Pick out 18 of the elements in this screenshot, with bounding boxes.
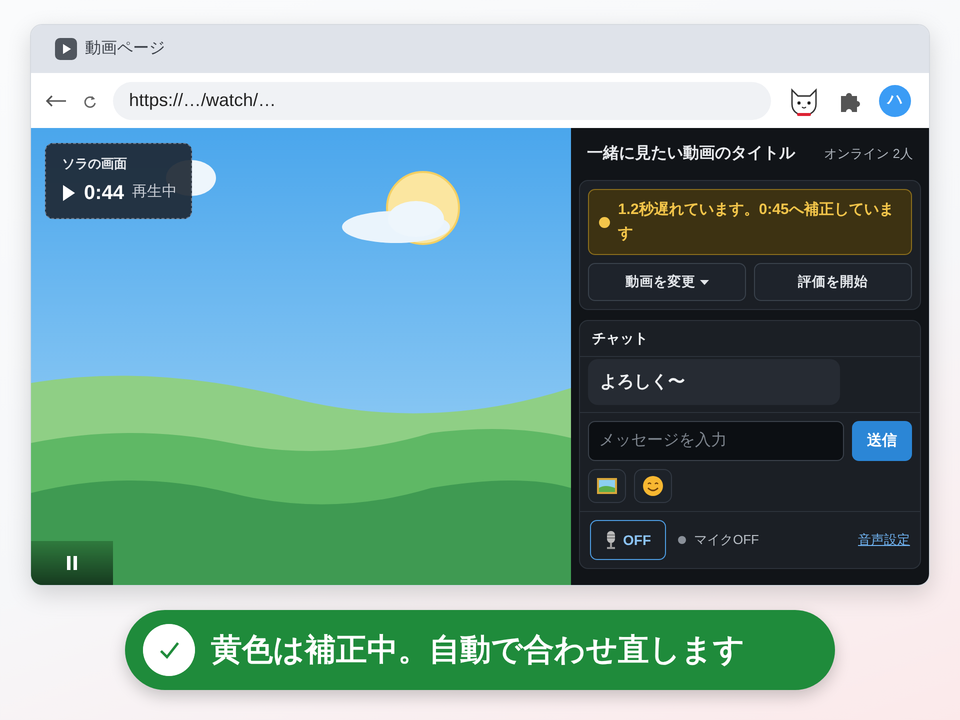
video-title: 一緒に見たい動画のタイトル bbox=[587, 144, 795, 164]
action-button[interactable]: 評価を開始 bbox=[754, 263, 912, 301]
mic-toggle-button[interactable]: OFF bbox=[590, 520, 666, 560]
banner-message: 黄色は補正中。自動で合わせ直します bbox=[211, 630, 745, 669]
mic-status: マイクOFF bbox=[694, 531, 759, 550]
tab-title[interactable]: 動画ページ bbox=[85, 37, 165, 61]
online-count: オンライン 2人 bbox=[824, 145, 913, 164]
voice-settings-link[interactable]: 音声設定 bbox=[858, 530, 910, 550]
dropdown-button[interactable]: 動画を変更 bbox=[588, 263, 746, 301]
chat-message: よろしく〜 bbox=[588, 359, 840, 404]
send-button[interactable]: 送信 bbox=[852, 421, 912, 461]
address-bar[interactable]: https://…/watch/… bbox=[113, 82, 771, 120]
playback-time: 0:44 bbox=[84, 180, 124, 206]
message-input[interactable]: メッセージを入力 bbox=[588, 421, 844, 461]
overlay-label: ソラの画面 bbox=[62, 155, 128, 173]
sync-message: 1.2秒遅れています。0:45へ補正しています bbox=[618, 200, 895, 244]
playback-status: 再生中 bbox=[132, 182, 178, 202]
chat-title: チャット bbox=[580, 321, 920, 357]
